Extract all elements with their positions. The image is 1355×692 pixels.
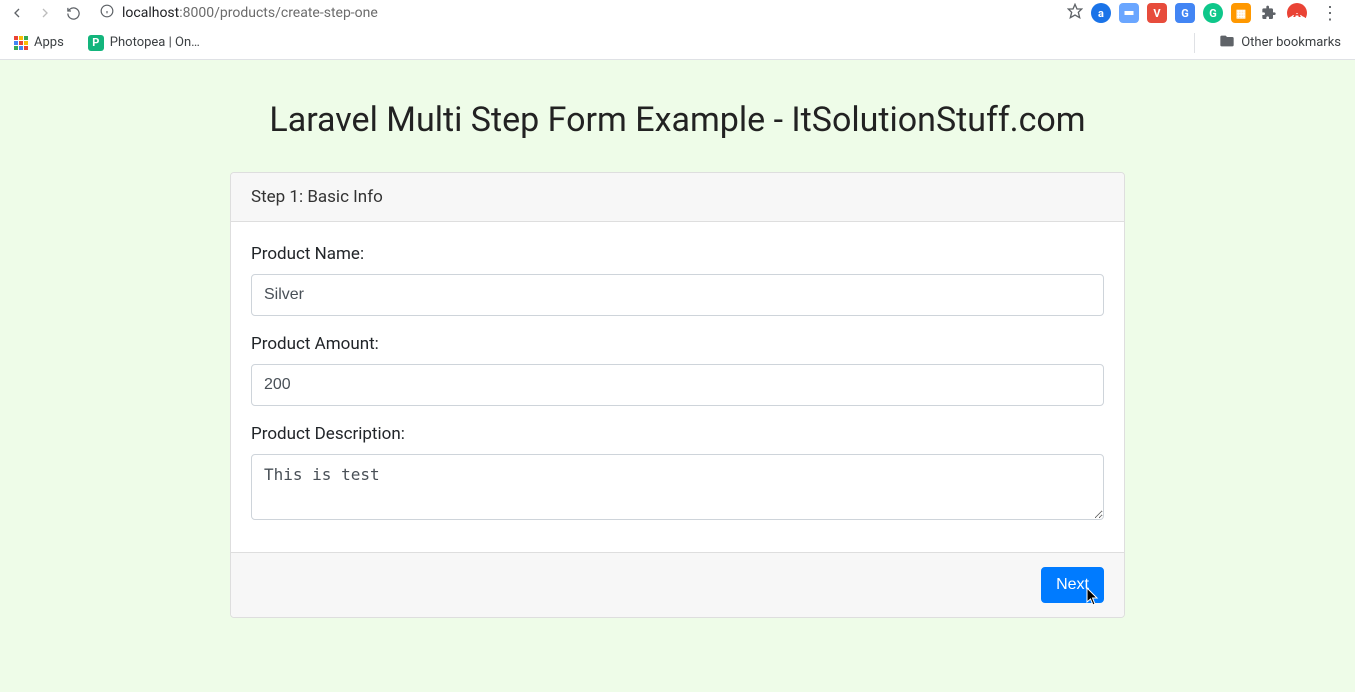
bookmark-photopea[interactable]: P Photopea | On… [82, 31, 206, 55]
field-product-amount: Product Amount: [251, 334, 1104, 406]
site-info-icon[interactable] [100, 4, 114, 22]
page-title: Laravel Multi Step Form Example - ItSolu… [0, 100, 1355, 140]
bookmarks-bar: Apps P Photopea | On… Other bookmarks [0, 26, 1355, 60]
ext-ruler-icon[interactable] [1119, 3, 1139, 23]
card-header: Step 1: Basic Info [231, 173, 1124, 222]
toolbar-actions: a V G G ▦ A ⋮ [1067, 3, 1349, 24]
folder-icon [1219, 33, 1235, 53]
product-amount-label: Product Amount: [251, 334, 1104, 354]
bookmark-star-icon[interactable] [1067, 3, 1083, 23]
form-card: Step 1: Basic Info Product Name: Product… [230, 172, 1125, 618]
photopea-icon: P [88, 35, 104, 51]
extensions-menu-icon[interactable] [1259, 3, 1279, 23]
bookmarks-divider [1194, 33, 1195, 53]
page-body: Laravel Multi Step Form Example - ItSolu… [0, 60, 1355, 692]
url-text: localhost:8000/products/create-step-one [122, 5, 378, 21]
card-footer: Next [231, 552, 1124, 617]
product-description-label: Product Description: [251, 424, 1104, 444]
next-button[interactable]: Next [1041, 567, 1104, 603]
ext-va-icon[interactable]: V [1147, 3, 1167, 23]
profile-avatar-icon[interactable]: A [1287, 3, 1307, 23]
card-body: Product Name: Product Amount: Product De… [231, 222, 1124, 552]
ext-translate-icon[interactable]: G [1175, 3, 1195, 23]
product-amount-input[interactable] [251, 364, 1104, 406]
product-name-input[interactable] [251, 274, 1104, 316]
forward-icon[interactable] [34, 2, 56, 24]
bookmark-other[interactable]: Other bookmarks [1213, 29, 1347, 57]
url-host: localhost [122, 5, 179, 21]
back-icon[interactable] [6, 2, 28, 24]
url-path: :8000/products/create-step-one [179, 5, 378, 21]
reload-icon[interactable] [62, 2, 84, 24]
bookmark-photopea-label: Photopea | On… [110, 35, 200, 50]
bookmark-other-label: Other bookmarks [1241, 35, 1341, 50]
browser-toolbar: localhost:8000/products/create-step-one … [0, 0, 1355, 26]
bookmark-apps-label: Apps [34, 35, 64, 50]
chrome-menu-icon[interactable]: ⋮ [1315, 3, 1345, 24]
ext-amazon-icon[interactable]: a [1091, 3, 1111, 23]
ext-grammarly-icon[interactable]: G [1203, 3, 1223, 23]
ext-color-icon[interactable]: ▦ [1231, 3, 1251, 23]
bookmark-apps[interactable]: Apps [8, 31, 70, 54]
apps-icon [14, 36, 28, 50]
product-name-label: Product Name: [251, 244, 1104, 264]
field-product-name: Product Name: [251, 244, 1104, 316]
field-product-description: Product Description: [251, 424, 1104, 524]
address-bar[interactable]: localhost:8000/products/create-step-one [90, 2, 1061, 24]
product-description-input[interactable] [251, 454, 1104, 520]
